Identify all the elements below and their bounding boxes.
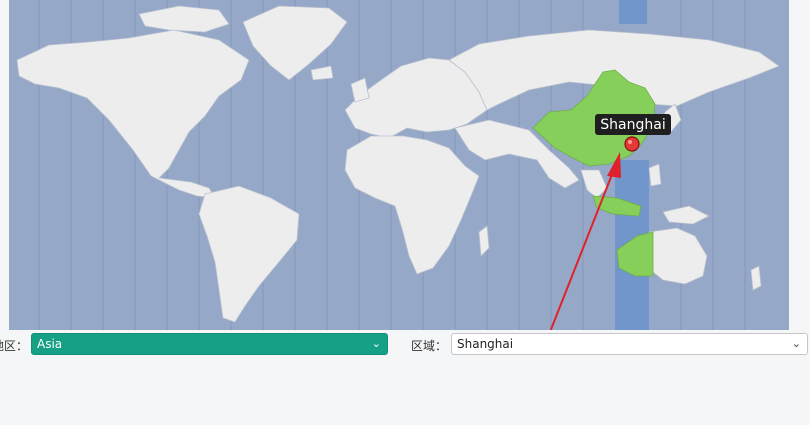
region-select-value: Asia [37, 337, 63, 351]
zone-label: 区域： [411, 339, 448, 353]
timezone-map[interactable]: Shanghai [9, 0, 789, 330]
city-label-text: Shanghai [600, 117, 665, 133]
location-pin-icon[interactable] [624, 136, 640, 152]
chevron-down-icon: ⌄ [791, 337, 801, 350]
chevron-down-icon: ⌄ [371, 337, 381, 350]
philippines [648, 163, 662, 187]
pin-highlight [628, 140, 632, 144]
city-label: Shanghai [595, 114, 671, 135]
selected-timezone-band-top [619, 0, 647, 24]
timezone-controls: 地区： Asia ⌄ 区域： Shanghai ⌄ [0, 331, 810, 359]
region-label: 地区： [0, 339, 29, 353]
zone-select-value: Shanghai [457, 337, 514, 351]
city-pin[interactable] [624, 136, 640, 152]
zone-select[interactable]: Shanghai ⌄ [451, 333, 808, 355]
world-map-svg[interactable]: Shanghai [9, 0, 789, 330]
region-select[interactable]: Asia ⌄ [31, 333, 388, 355]
new-zealand [750, 265, 762, 291]
